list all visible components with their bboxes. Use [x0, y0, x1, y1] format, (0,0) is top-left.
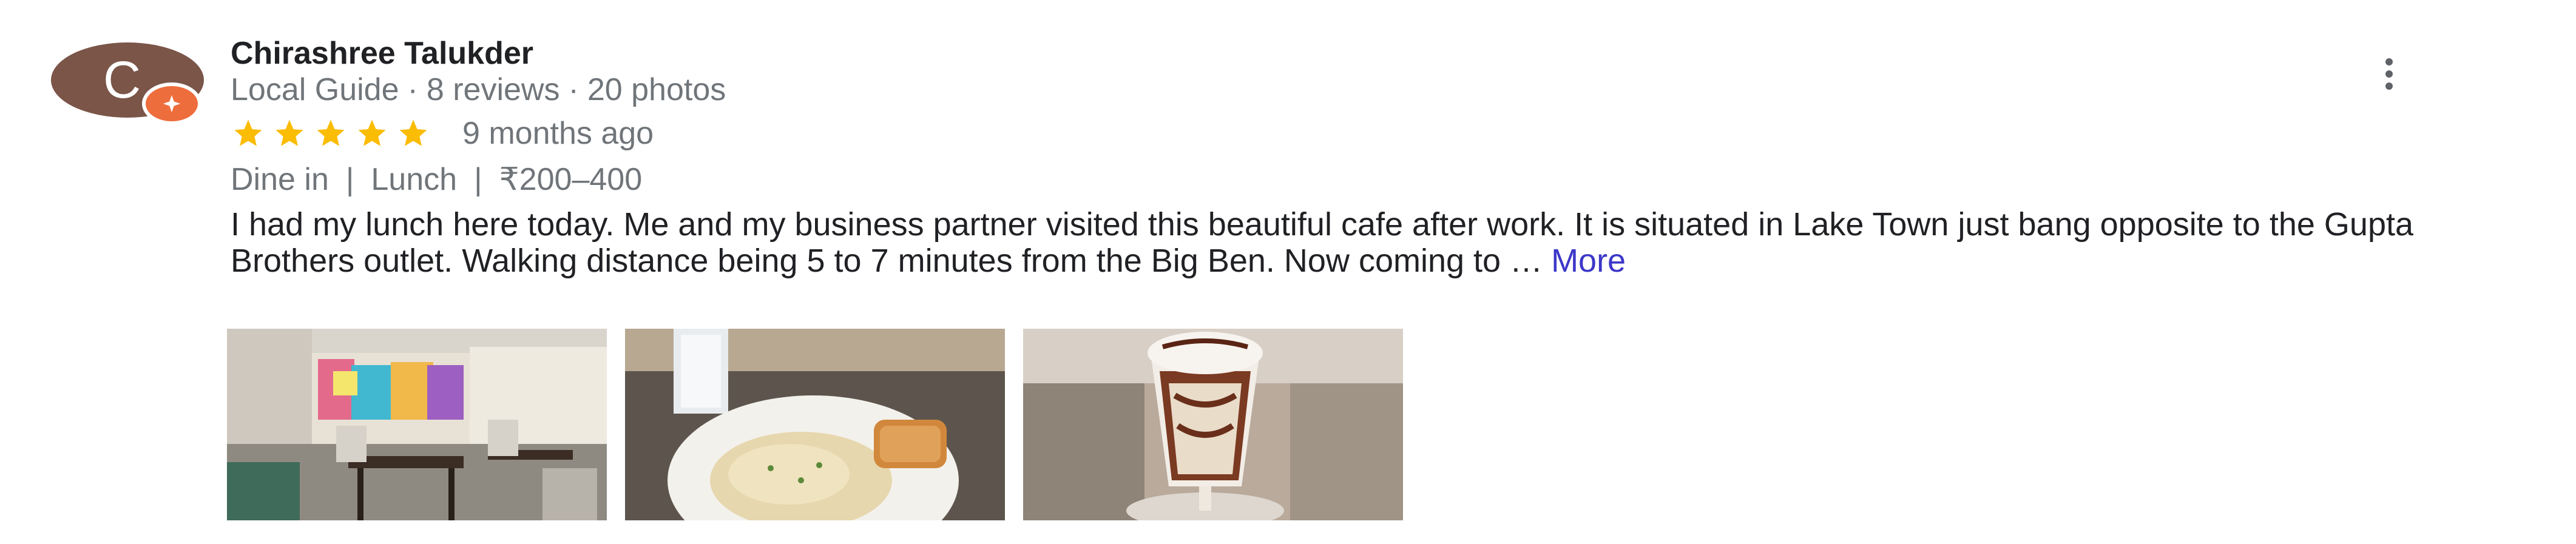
review-body: I had my lunch here today. Me and my bus… — [231, 206, 2414, 279]
review-card: C Chirashree Talukder Local Guide · 8 revi… — [0, 0, 2576, 544]
rating-row: 9 months ago — [231, 115, 654, 152]
tag-separator: | — [474, 162, 482, 197]
menu-dot — [2385, 58, 2393, 65]
meta-separator: · — [568, 72, 579, 107]
menu-dot — [2385, 70, 2393, 78]
visit-tags: Dine in | Lunch | ₹200–400 — [231, 164, 642, 195]
star-icon — [272, 117, 307, 150]
review-time: 9 months ago — [462, 116, 654, 151]
tag-service: Dine in — [231, 162, 329, 197]
cafe-interior-photo[interactable] — [227, 329, 607, 520]
star-icon — [354, 117, 390, 150]
review-text: I had my lunch here today. Me and my bus… — [231, 206, 2537, 279]
menu-dot — [2385, 82, 2393, 90]
pasta-and-toast-photo[interactable] — [625, 329, 1005, 520]
author-meta: Local Guide · 8 reviews · 20 photos — [231, 74, 726, 106]
tag-separator: | — [345, 162, 354, 197]
local-guide-label: Local Guide — [231, 72, 399, 107]
author-name[interactable]: Chirashree Talukder — [231, 38, 533, 69]
star-rating — [231, 117, 431, 150]
more-link[interactable]: More — [1551, 243, 1626, 279]
star-icon — [396, 117, 431, 150]
avatar-letter: C — [103, 51, 141, 109]
more-vert-icon[interactable] — [2380, 58, 2398, 90]
star-icon — [231, 117, 266, 150]
tag-meal: Lunch — [371, 162, 458, 197]
photo-count: 20 photos — [587, 72, 726, 107]
review-count: 8 reviews — [426, 72, 560, 107]
tag-price: ₹200–400 — [499, 162, 643, 197]
chocolate-shake-photo[interactable] — [1023, 329, 1403, 520]
review-photos — [227, 329, 1403, 520]
local-guide-star-icon — [142, 82, 201, 125]
star-icon — [313, 117, 348, 150]
meta-separator: · — [407, 72, 418, 107]
